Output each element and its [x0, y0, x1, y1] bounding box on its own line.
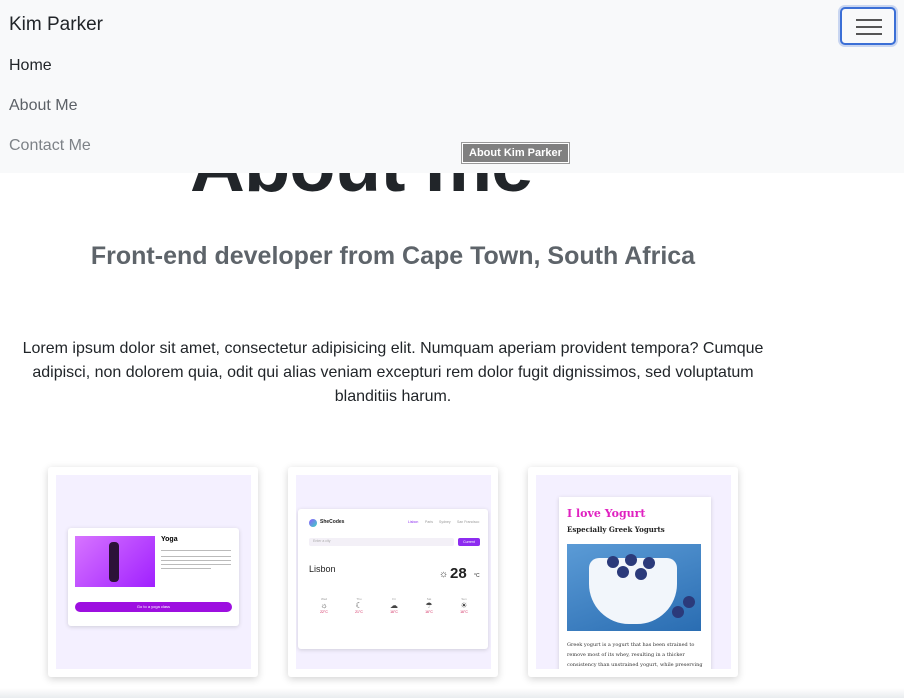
weather-preview: SheCodes Lisbon Paris Sydney San Francis… — [298, 509, 488, 649]
forecast-day: Thu ☾ 21°C — [349, 597, 369, 614]
project-thumbnail: I love Yogurt Especially Greek Yogurts G… — [536, 475, 731, 669]
navbar-toggler-button[interactable] — [840, 7, 896, 45]
nav-link-about-me[interactable]: About Me — [9, 97, 77, 115]
nav-link-home[interactable]: Home — [9, 57, 52, 75]
weather-nav-link: Paris — [425, 520, 433, 524]
yogurt-title: I love Yogurt — [567, 507, 646, 520]
project-card-yoga[interactable]: Yoga Go to a yoga class — [48, 467, 258, 677]
hamburger-icon — [856, 19, 882, 21]
search-placeholder: Enter a city — [313, 539, 331, 543]
page-subtitle: Front-end developer from Cape Town, Sout… — [90, 242, 696, 270]
forecast-day: Sat ☂ 16°C — [419, 597, 439, 614]
yoga-title: Yoga — [161, 536, 178, 543]
weather-icon: ☀ — [460, 601, 468, 610]
weather-nav-link: San Francisco — [457, 520, 480, 524]
weather-nav-link: Sydney — [439, 520, 451, 524]
navbar-brand[interactable]: Kim Parker — [9, 14, 103, 36]
weather-icon: ☼ — [320, 601, 328, 610]
weather-city: Lisbon — [309, 564, 336, 574]
sun-icon: ☼ — [439, 569, 449, 580]
weather-icon: ☁ — [390, 601, 398, 610]
yogurt-text: Greek yogurt is a yogurt that has been s… — [567, 642, 703, 668]
weather-icon: ☾ — [355, 601, 363, 610]
navbar: Kim Parker Home About Me Contact Me — [0, 0, 904, 173]
weather-nav-link: Lisbon — [408, 520, 419, 524]
yoga-image — [75, 536, 155, 587]
project-card-weather[interactable]: SheCodes Lisbon Paris Sydney San Francis… — [288, 467, 498, 677]
forecast-day: Sun ☀ 16°C — [454, 597, 474, 614]
project-thumbnail: Yoga Go to a yoga class — [56, 475, 251, 669]
yoga-preview: Yoga Go to a yoga class — [68, 528, 239, 626]
yoga-class-button: Go to a yoga class — [75, 602, 232, 612]
weather-current-button: Current — [458, 538, 480, 546]
page-bottom-edge — [0, 688, 904, 698]
intro-paragraph: Lorem ipsum dolor sit amet, consectetur … — [22, 340, 764, 405]
weather-search-input: Enter a city — [309, 538, 454, 546]
forecast-day: Wed ☼ 22°C — [314, 597, 334, 614]
yogurt-subtitle: Especially Greek Yogurts — [567, 525, 665, 534]
yogurt-preview: I love Yogurt Especially Greek Yogurts G… — [559, 497, 711, 669]
weather-temperature: 28 — [450, 565, 467, 582]
weather-unit: °C — [474, 573, 480, 579]
nav-link-contact-me[interactable]: Contact Me — [9, 137, 91, 155]
shecodes-logo-icon — [309, 519, 317, 527]
tooltip: About Kim Parker — [461, 142, 570, 164]
project-thumbnail: SheCodes Lisbon Paris Sydney San Francis… — [296, 475, 491, 669]
yogurt-image — [567, 544, 701, 631]
weather-icon: ☂ — [425, 601, 433, 610]
project-card-yogurt[interactable]: I love Yogurt Especially Greek Yogurts G… — [528, 467, 738, 677]
forecast-day: Fri ☁ 16°C — [384, 597, 404, 614]
weather-brand: SheCodes — [320, 519, 345, 525]
